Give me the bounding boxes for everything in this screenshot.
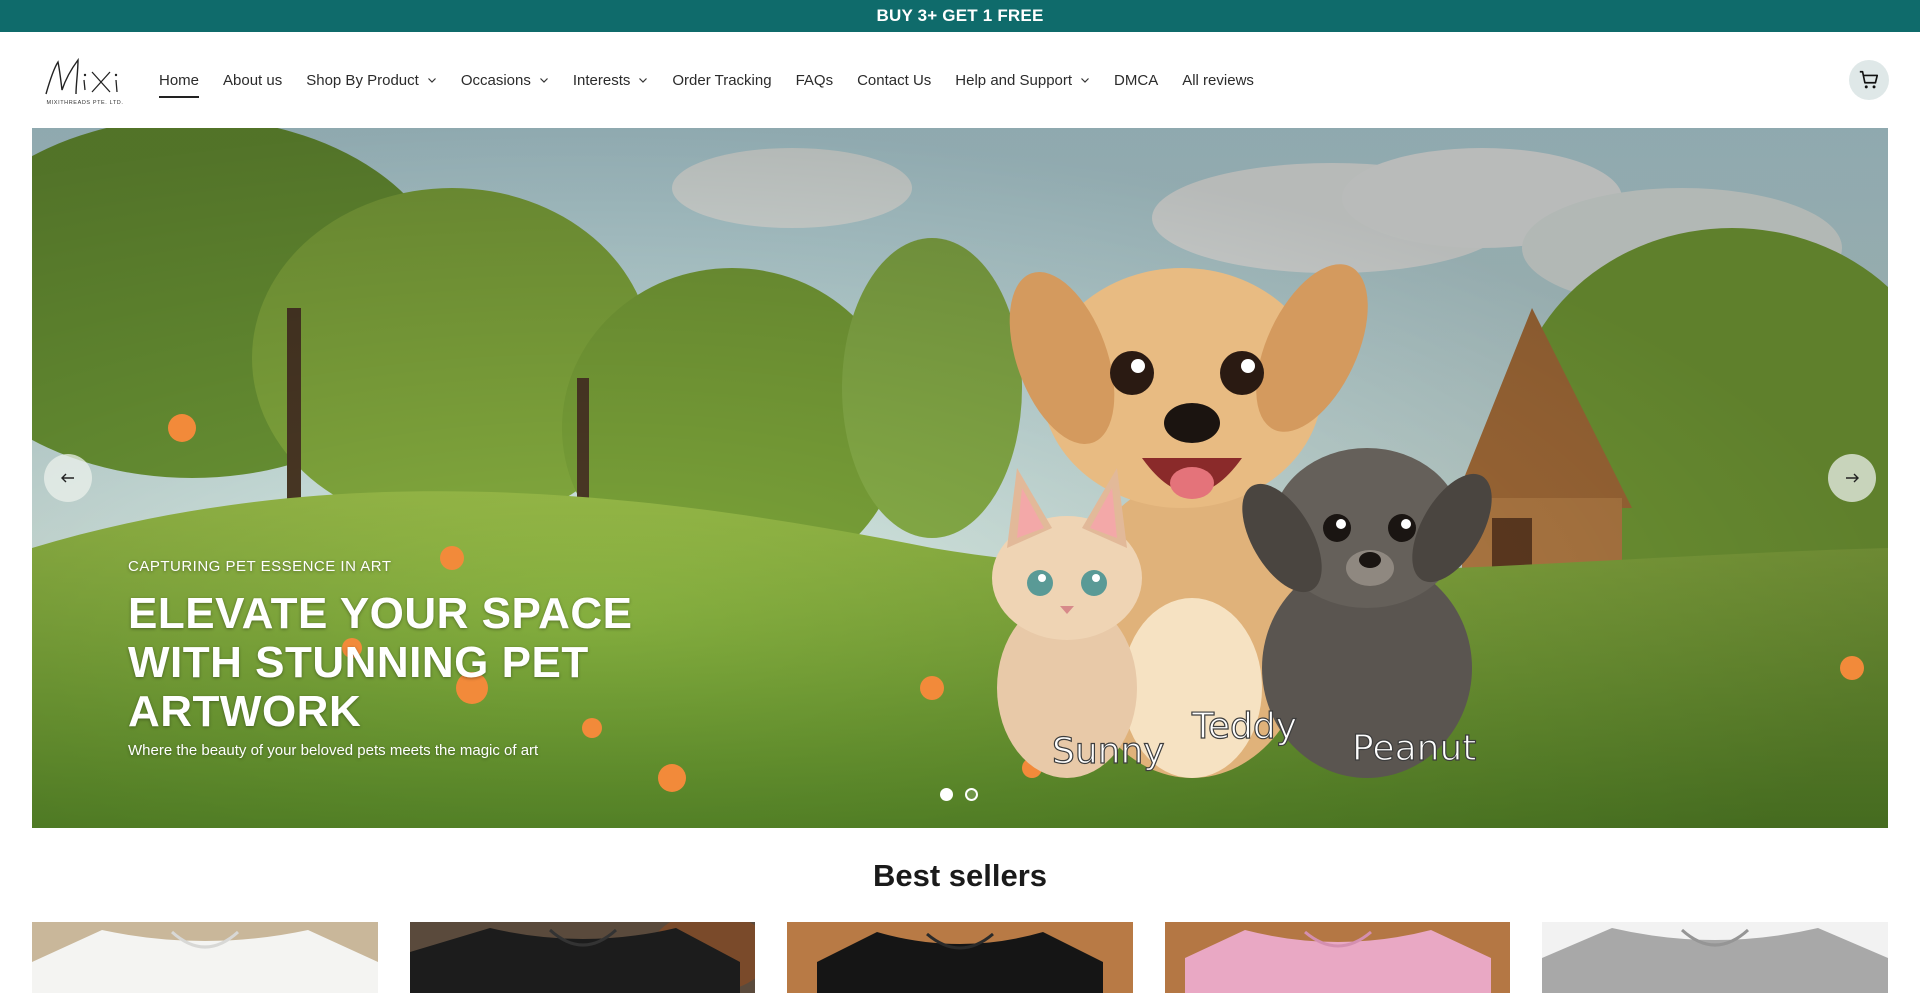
slide-next-button[interactable]	[1828, 454, 1876, 502]
pet-name-teddy: Teddy	[1191, 706, 1297, 747]
slide-dot-2[interactable]	[965, 788, 978, 801]
nav-item-all-reviews[interactable]: All reviews	[1182, 32, 1254, 128]
nav-item-contact-us[interactable]: Contact Us	[857, 32, 931, 128]
site-header: MIXITHREADS PTE. LTD. Home About us Shop…	[0, 32, 1920, 128]
nav-item-help-and-support[interactable]: Help and Support	[955, 32, 1090, 128]
product-card[interactable]	[1164, 922, 1511, 993]
product-card[interactable]	[787, 922, 1133, 993]
hero-text-block: CAPTURING PET ESSENCE IN ART ELEVATE YOU…	[128, 558, 748, 759]
nav-label: Shop By Product	[306, 71, 419, 89]
nav-label: FAQs	[795, 71, 834, 89]
cart-button[interactable]	[1849, 60, 1889, 100]
nav-item-interests[interactable]: Interests	[573, 32, 649, 128]
product-image	[32, 922, 378, 993]
nav-label: All reviews	[1182, 71, 1254, 89]
nav-item-order-tracking[interactable]: Order Tracking	[672, 32, 771, 128]
pet-name-peanut: Peanut	[1352, 728, 1476, 769]
hero-slideshow: Sunny Teddy Peanut CAPTURING PET ESSENCE…	[32, 128, 1888, 828]
nav-label: About us	[223, 71, 283, 89]
product-image	[1542, 922, 1888, 993]
nav-label: Interests	[572, 71, 631, 89]
nav-label: Order Tracking	[672, 71, 772, 89]
slide-dots	[940, 788, 978, 801]
arrow-left-icon	[61, 473, 74, 483]
product-image	[1164, 922, 1511, 993]
nav-label: Occasions	[460, 71, 531, 89]
arrow-right-icon	[1846, 473, 1859, 483]
chevron-down-icon	[639, 78, 648, 83]
hero-subheading: CAPTURING PET ESSENCE IN ART	[128, 558, 392, 575]
product-grid	[32, 922, 1888, 993]
product-image	[409, 922, 756, 993]
cart-icon	[1859, 70, 1879, 89]
announcement-bar: BUY 3+ GET 1 FREE	[0, 0, 1920, 32]
logo-subtext: MIXITHREADS PTE. LTD.	[47, 100, 124, 106]
nav-item-about-us[interactable]: About us	[223, 32, 282, 128]
nav-item-home[interactable]: Home	[159, 32, 200, 128]
nav-item-dmca[interactable]: DMCA	[1114, 32, 1158, 128]
best-sellers-title: Best sellers	[872, 858, 1048, 893]
nav-item-faqs[interactable]: FAQs	[796, 32, 834, 128]
product-card[interactable]	[409, 922, 756, 993]
chevron-down-icon	[427, 78, 436, 83]
nav-label: Help and Support	[955, 71, 1073, 89]
nav-label: DMCA	[1114, 71, 1159, 89]
chevron-down-icon	[539, 78, 548, 83]
product-image	[787, 922, 1133, 993]
nav-label: Contact Us	[857, 71, 932, 89]
hero-title: ELEVATE YOUR SPACE WITH STUNNING PET ART…	[128, 589, 633, 736]
main-nav: Home About us Shop By Product Occasions …	[159, 32, 1278, 128]
nav-item-occasions[interactable]: Occasions	[461, 32, 549, 128]
nav-item-shop-by-product[interactable]: Shop By Product	[306, 32, 437, 128]
slide-dot-1[interactable]	[940, 788, 953, 801]
pet-name-sunny: Sunny	[1052, 731, 1165, 772]
product-card[interactable]	[1542, 922, 1888, 993]
product-card[interactable]	[32, 922, 378, 993]
slide-prev-button[interactable]	[44, 454, 92, 502]
chevron-down-icon	[1081, 78, 1089, 83]
brand-logo[interactable]: MIXITHREADS PTE. LTD.	[40, 50, 130, 108]
nav-label: Home	[159, 71, 200, 89]
announcement-text: BUY 3+ GET 1 FREE	[876, 6, 1044, 25]
hero-description: Where the beauty of your beloved pets me…	[128, 742, 539, 759]
